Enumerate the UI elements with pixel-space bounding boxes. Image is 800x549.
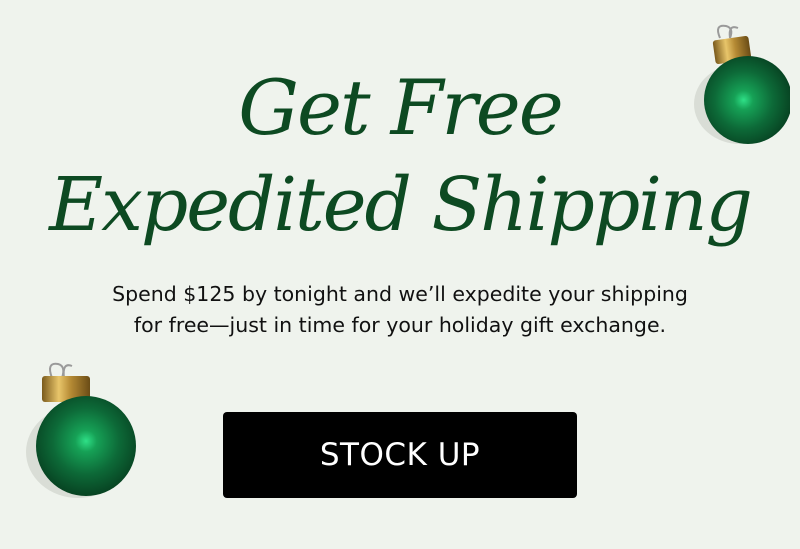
stock-up-button[interactable]: STOCK UP	[223, 412, 577, 498]
subtext-line-1: Spend $125 by tonight and we’ll expedite…	[112, 282, 688, 306]
headline-line-2: Expedited Shipping	[49, 162, 753, 248]
headline-line-1: Get Free	[238, 63, 563, 152]
promo-banner: Get Free Expedited Shipping Spend $125 b…	[0, 0, 800, 549]
christmas-ornament-icon	[22, 360, 142, 500]
subtext-line-2: for free—just in time for your holiday g…	[133, 313, 667, 337]
